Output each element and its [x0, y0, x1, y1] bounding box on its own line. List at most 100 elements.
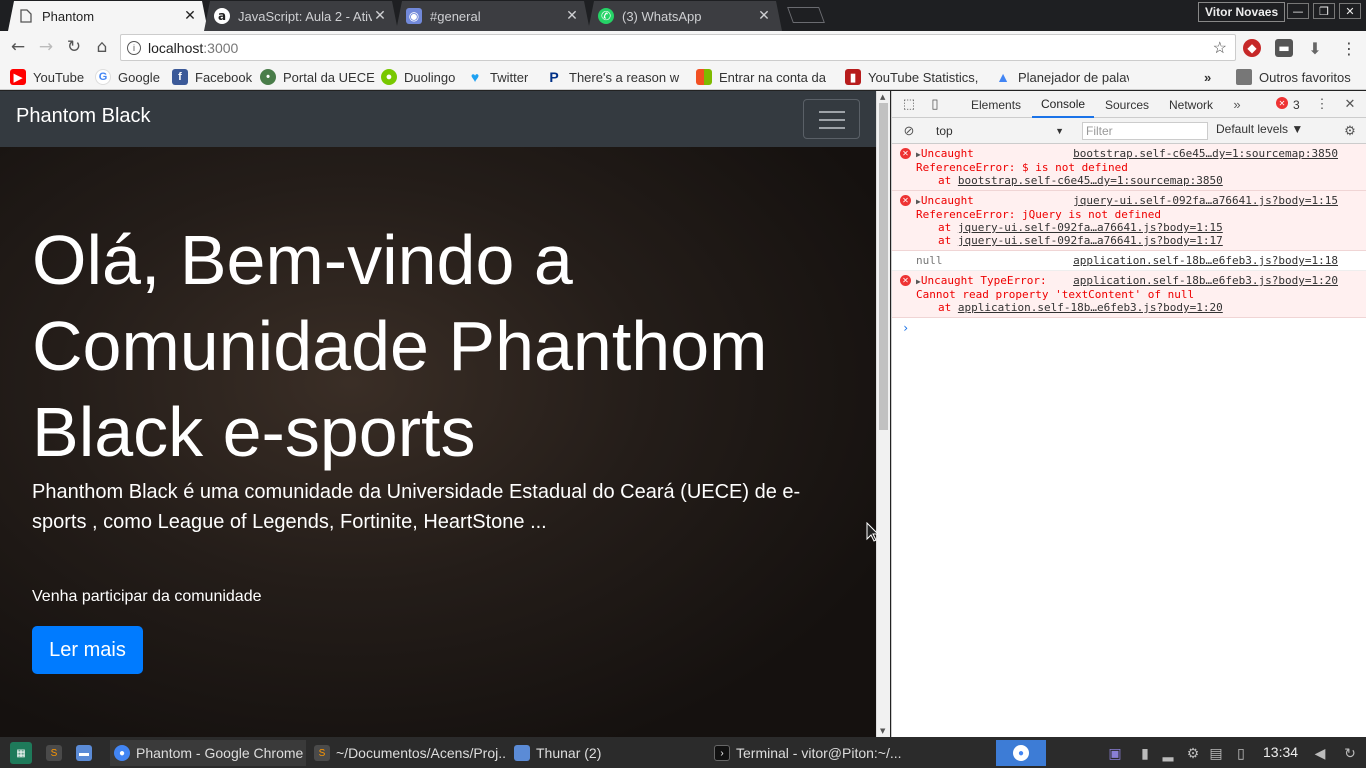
back-icon[interactable]: ←	[8, 37, 28, 57]
navbar-toggler-button[interactable]	[803, 99, 860, 139]
console-error[interactable]: ✕ ▶Uncaught jquery-ui.self-092fa…a76641.…	[892, 191, 1366, 251]
stack-link[interactable]: jquery-ui.self-092fa…a76641.js?body=1:17	[958, 234, 1223, 247]
bookmarks-overflow-button[interactable]: »	[1204, 68, 1211, 86]
site-info-icon[interactable]: i	[127, 40, 141, 55]
network-signal-icon[interactable]: ▂	[1159, 744, 1177, 762]
address-bar[interactable]: i localhost:3000 ☆	[120, 34, 1236, 61]
tab-strip: Phantom ✕ a JavaScript: Aula 2 - Ativ ✕ …	[0, 0, 1366, 31]
clock[interactable]: 13:34	[1263, 744, 1298, 760]
clipboard-tray-icon[interactable]: ▮	[1136, 744, 1154, 762]
site-brand[interactable]: Phantom Black	[16, 105, 151, 128]
taskbar-item-sublime[interactable]: S ~/Documentos/Acens/Proj...	[310, 740, 506, 766]
message-source-link[interactable]: jquery-ui.self-092fa…a76641.js?body=1:15	[1073, 194, 1338, 207]
devtools-menu-icon[interactable]: ⋮	[1314, 96, 1330, 112]
clear-console-icon[interactable]: ⊘	[901, 123, 917, 139]
ublock-extension-icon[interactable]: ◆	[1243, 39, 1261, 57]
tab-console[interactable]: Console	[1032, 91, 1095, 118]
tab-title: Phantom	[42, 8, 95, 24]
close-tab-icon[interactable]: ✕	[564, 8, 580, 24]
hero-jumbotron: Olá, Bem-vindo a Comunidade Phanthom Bla…	[0, 147, 876, 737]
tab-sources[interactable]: Sources	[1105, 91, 1149, 118]
page-scrollbar[interactable]: ▲ ▼	[876, 91, 890, 737]
console-log[interactable]: null application.self-18b…e6feb3.js?body…	[892, 251, 1366, 271]
scrollbar-thumb[interactable]	[879, 103, 888, 430]
log-levels-dropdown[interactable]: Default levels ▼	[1216, 122, 1303, 136]
maximize-icon[interactable]: ❐	[1313, 3, 1335, 19]
bookmark-paypal[interactable]: P There's a reason wh	[546, 68, 680, 86]
tab-phantom[interactable]: Phantom ✕	[8, 1, 208, 31]
browser-toolbar: ← → ↻ ⌂ i localhost:3000 ☆ ◆ ▬ ⬇ ⋮	[0, 31, 1366, 64]
tab-discord-general[interactable]: ◉ #general ✕	[396, 1, 590, 31]
console-filter-input[interactable]: Filter	[1082, 122, 1208, 140]
more-tabs-icon[interactable]: »	[1229, 96, 1245, 112]
file-manager-launcher-icon[interactable]: ▬	[72, 740, 98, 766]
scroll-up-icon[interactable]: ▲	[880, 93, 885, 101]
tab-whatsapp[interactable]: ✆ (3) WhatsApp ✕	[588, 1, 782, 31]
refresh-tray-icon[interactable]: ↻	[1341, 744, 1359, 762]
inspect-element-icon[interactable]: ⬚	[901, 96, 917, 112]
screenshot-tray-icon[interactable]: ▣	[1106, 744, 1124, 762]
new-tab-button[interactable]	[787, 7, 825, 23]
home-icon[interactable]: ⌂	[92, 37, 112, 57]
other-bookmarks-folder[interactable]: Outros favoritos	[1236, 68, 1351, 86]
stack-link[interactable]: application.self-18b…e6feb3.js?body=1:20	[958, 301, 1223, 314]
volume-icon[interactable]: ◀	[1311, 744, 1329, 762]
close-tab-icon[interactable]: ✕	[756, 8, 772, 24]
terminal-icon: ›	[714, 745, 730, 761]
display-tray-icon[interactable]: ▤	[1207, 744, 1225, 762]
bookmark-portal-uece[interactable]: • Portal da UECE	[260, 68, 375, 86]
error-count[interactable]: 3	[1293, 91, 1300, 118]
hamburger-icon	[819, 111, 845, 113]
close-tab-icon[interactable]: ✕	[182, 8, 198, 24]
bookmark-microsoft[interactable]: Entrar na conta da M	[696, 68, 830, 86]
workspace-switcher[interactable]: ●	[996, 740, 1046, 766]
bookmark-duolingo[interactable]: ● Duolingo	[381, 68, 455, 86]
stack-link[interactable]: jquery-ui.self-092fa…a76641.js?body=1:15	[958, 221, 1223, 234]
reload-icon[interactable]: ↻	[64, 37, 84, 57]
context-selector[interactable]: top ▼	[928, 121, 1068, 141]
console-error[interactable]: ✕ ▶Uncaught TypeError: application.self-…	[892, 271, 1366, 318]
tab-network[interactable]: Network	[1169, 91, 1213, 118]
device-toolbar-icon[interactable]: ▯	[927, 96, 943, 112]
hero-subtext: Venha participar da comunidade	[32, 588, 262, 605]
tab-javascript-aula[interactable]: a JavaScript: Aula 2 - Ativ ✕	[204, 1, 398, 31]
taskbar-item-terminal[interactable]: › Terminal - vitor@Piton:~/...	[710, 740, 906, 766]
extension-icon[interactable]: ▬	[1275, 39, 1293, 57]
minimize-icon[interactable]: —	[1287, 3, 1309, 19]
sublime-launcher-icon[interactable]: S	[42, 740, 68, 766]
message-source-link[interactable]: bootstrap.self-c6e45…dy=1:sourcemap:3850	[1073, 147, 1338, 160]
error-icon: ✕	[900, 275, 911, 286]
message-source-link[interactable]: application.self-18b…e6feb3.js?body=1:20	[1073, 274, 1338, 287]
bookmark-star-icon[interactable]: ☆	[1213, 38, 1227, 58]
scroll-down-icon[interactable]: ▼	[880, 727, 885, 735]
bookmark-youtube[interactable]: ▶ YouTube	[10, 68, 84, 86]
taskbar-item-thunar[interactable]: Thunar (2)	[510, 740, 706, 766]
close-devtools-icon[interactable]: ✕	[1342, 96, 1358, 112]
taskbar-item-chrome[interactable]: ● Phantom - Google Chrome	[110, 740, 306, 766]
bookmark-planejador[interactable]: ▲ Planejador de palavr	[995, 68, 1129, 86]
chrome-menu-icon[interactable]: ⋮	[1340, 39, 1358, 58]
message-source-link[interactable]: application.self-18b…e6feb3.js?body=1:18	[1073, 254, 1338, 267]
settings-tray-icon[interactable]: ⚙	[1184, 744, 1202, 762]
download-extension-icon[interactable]: ⬇	[1306, 39, 1324, 58]
console-error[interactable]: ✕ ▶Uncaught bootstrap.self-c6e45…dy=1:so…	[892, 144, 1366, 191]
read-more-button[interactable]: Ler mais	[32, 626, 143, 674]
app-menu-icon[interactable]: ▦	[6, 740, 38, 766]
forward-icon[interactable]: →	[36, 37, 56, 57]
close-window-icon[interactable]: ✕	[1339, 3, 1361, 19]
battery-icon[interactable]: ▯	[1232, 744, 1250, 762]
twitter-icon: ♥	[470, 69, 480, 85]
console-prompt[interactable]: ›	[892, 318, 1366, 339]
bookmark-google[interactable]: G Google	[95, 68, 160, 86]
stack-link[interactable]: bootstrap.self-c6e45…dy=1:sourcemap:3850	[958, 174, 1223, 187]
close-tab-icon[interactable]: ✕	[372, 8, 388, 24]
profile-button[interactable]: Vitor Novaes	[1198, 2, 1286, 22]
tab-title: JavaScript: Aula 2 - Ativ	[238, 8, 372, 24]
bookmark-facebook[interactable]: f Facebook	[172, 68, 252, 86]
bookmark-youtube-statistics[interactable]: ▮ YouTube Statistics,	[845, 68, 979, 86]
bookmark-twitter[interactable]: ♥ Twitter	[467, 68, 528, 86]
console-settings-icon[interactable]: ⚙	[1342, 123, 1358, 139]
hero-title: Olá, Bem-vindo a Comunidade Phanthom Bla…	[32, 221, 768, 471]
youtube-icon: ▶	[10, 69, 26, 85]
tab-elements[interactable]: Elements	[971, 91, 1021, 118]
